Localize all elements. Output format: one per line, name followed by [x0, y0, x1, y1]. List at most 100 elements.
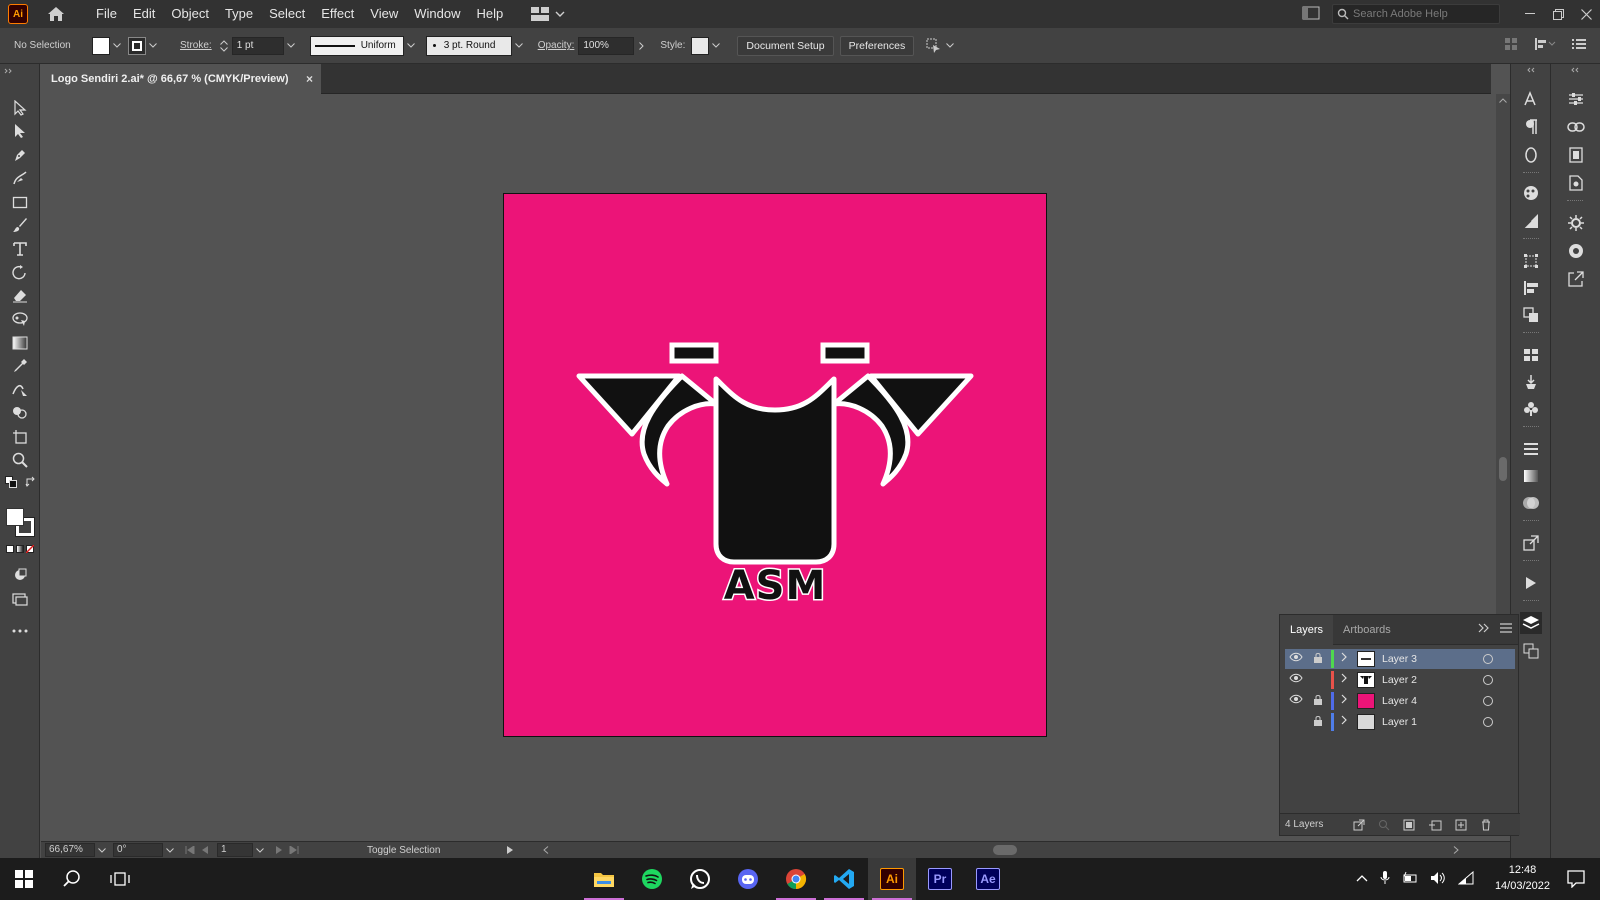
character-panel-button[interactable]: [1520, 88, 1542, 110]
microphone-icon[interactable]: [1380, 871, 1390, 885]
brushes-panel-button[interactable]: [1520, 371, 1542, 393]
artboard-dropdown[interactable]: [253, 847, 267, 853]
document-info-panel-button[interactable]: [1565, 172, 1587, 194]
artboard-nav-next[interactable]: [275, 846, 299, 854]
search-help-input[interactable]: Search Adobe Help: [1332, 4, 1500, 24]
paintbrush-tool[interactable]: [9, 214, 31, 236]
edit-toolbar-button[interactable]: [9, 620, 31, 642]
puppet-warp-tool[interactable]: [9, 308, 31, 330]
stroke-weight-dropdown[interactable]: [284, 37, 298, 55]
gradient-mode-icon[interactable]: [16, 545, 24, 553]
gradient-panel-button[interactable]: [1520, 465, 1542, 487]
curvature-tool[interactable]: [9, 167, 31, 189]
restore-button[interactable]: [1544, 0, 1572, 28]
status-text[interactable]: Toggle Selection: [367, 845, 507, 856]
export-panel-button[interactable]: [1565, 268, 1587, 290]
make-clipping-mask-icon[interactable]: [1403, 819, 1415, 831]
preferences-button[interactable]: Preferences: [839, 35, 915, 56]
fill-dropdown[interactable]: [110, 37, 124, 55]
appearance-panel-button[interactable]: [1520, 182, 1542, 204]
layer-target-icon[interactable]: [1483, 696, 1493, 706]
eraser-tool[interactable]: [9, 284, 31, 306]
asset-export-panel-button[interactable]: [1520, 532, 1542, 554]
menu-help[interactable]: Help: [468, 0, 511, 28]
tab-artboards[interactable]: Artboards: [1333, 615, 1401, 645]
show-hidden-icons-icon[interactable]: [1356, 874, 1368, 882]
visibility-toggle-icon[interactable]: [1289, 673, 1303, 687]
paragraph-panel-button[interactable]: [1520, 116, 1542, 138]
layer-name[interactable]: Layer 4: [1382, 695, 1417, 707]
minimize-button[interactable]: [1516, 0, 1544, 28]
expand-layer-icon[interactable]: [1341, 673, 1351, 687]
document-tab[interactable]: Logo Sendiri 2.ai* @ 66,67 % (CMYK/Previ…: [41, 64, 321, 94]
workspace-icon[interactable]: [1302, 6, 1322, 22]
zoom-tool[interactable]: [9, 449, 31, 471]
taskbar-search-button[interactable]: [48, 858, 96, 900]
properties-panel-button[interactable]: [1565, 88, 1587, 110]
collect-export-icon[interactable]: [1353, 819, 1365, 831]
menu-file[interactable]: File: [88, 0, 125, 28]
expand-panel-icon[interactable]: [1478, 623, 1490, 633]
status-menu-icon[interactable]: [507, 846, 513, 854]
collapse-toolbar-icon[interactable]: [4, 68, 14, 74]
transparency-panel-button[interactable]: [1520, 492, 1542, 514]
tab-layers[interactable]: Layers: [1280, 614, 1334, 645]
direct-selection-tool[interactable]: [9, 120, 31, 142]
variable-width-dropdown[interactable]: [404, 37, 418, 55]
fill-color-box[interactable]: [6, 508, 24, 526]
type-tool[interactable]: [9, 238, 31, 260]
swatches-panel-button[interactable]: [1520, 344, 1542, 366]
none-mode-icon[interactable]: [26, 545, 34, 553]
zoom-level-input[interactable]: 66,67%: [45, 843, 95, 857]
menu-select[interactable]: Select: [261, 0, 313, 28]
brush-dropdown[interactable]: [512, 37, 526, 55]
opacity-input[interactable]: 100%: [578, 36, 635, 55]
network-icon[interactable]: [1458, 871, 1474, 885]
visibility-toggle-icon[interactable]: [1289, 652, 1303, 666]
taskbar-whatsapp[interactable]: [676, 858, 724, 900]
start-button[interactable]: [0, 858, 48, 900]
artboard-nav-first[interactable]: [185, 846, 209, 854]
stroke-color-dropdown[interactable]: [146, 37, 160, 55]
vertical-scroll-thumb[interactable]: [1499, 457, 1507, 481]
variable-width-profile[interactable]: Uniform: [309, 35, 404, 56]
settings-panel-button[interactable]: [1565, 212, 1587, 234]
rotation-dropdown[interactable]: [163, 847, 177, 853]
color-guide-panel-button[interactable]: [1565, 240, 1587, 262]
stroke-weight-input[interactable]: 1 pt: [231, 36, 284, 55]
layer-row[interactable]: Layer 2: [1285, 670, 1515, 690]
opacity-label[interactable]: Opacity:: [538, 40, 575, 51]
panel-menu-icon[interactable]: [1572, 38, 1586, 50]
pen-tool[interactable]: [9, 144, 31, 166]
shape-builder-tool[interactable]: [9, 402, 31, 424]
menu-effect[interactable]: Effect: [313, 0, 362, 28]
gradient-tool[interactable]: [9, 332, 31, 354]
taskbar-discord[interactable]: [724, 858, 772, 900]
lock-toggle-icon[interactable]: [1313, 673, 1325, 687]
graphic-style-swatch[interactable]: [691, 36, 710, 55]
swap-colors-icon[interactable]: [25, 476, 37, 488]
layer-name[interactable]: Layer 3: [1382, 653, 1417, 665]
new-layer-icon[interactable]: [1455, 819, 1467, 831]
clock[interactable]: 12:48 14/03/2022: [1495, 862, 1550, 894]
align-panel-button[interactable]: [1520, 277, 1542, 299]
artboard[interactable]: ASM: [503, 193, 1047, 737]
fill-stroke-widget[interactable]: [6, 508, 36, 538]
zoom-dropdown[interactable]: [95, 847, 109, 853]
layer-row[interactable]: Layer 4: [1285, 691, 1515, 711]
taskbar-illustrator[interactable]: Ai: [868, 858, 916, 900]
taskbar-file-explorer[interactable]: [580, 858, 628, 900]
expand-layer-icon[interactable]: [1341, 694, 1351, 708]
lock-toggle-icon[interactable]: [1313, 715, 1325, 729]
stroke-panel-button[interactable]: [1520, 438, 1542, 460]
rotate-tool[interactable]: [9, 261, 31, 283]
expand-layer-icon[interactable]: [1341, 715, 1351, 729]
brush-definition[interactable]: 3 pt. Round: [425, 35, 512, 56]
rotation-input[interactable]: 0°: [113, 843, 163, 857]
task-view-button[interactable]: [96, 858, 144, 900]
battery-icon[interactable]: [1402, 871, 1418, 885]
opacity-expand[interactable]: [634, 37, 648, 55]
style-dropdown[interactable]: [709, 37, 723, 55]
taskbar-spotify[interactable]: [628, 858, 676, 900]
blend-tool[interactable]: [9, 378, 31, 400]
